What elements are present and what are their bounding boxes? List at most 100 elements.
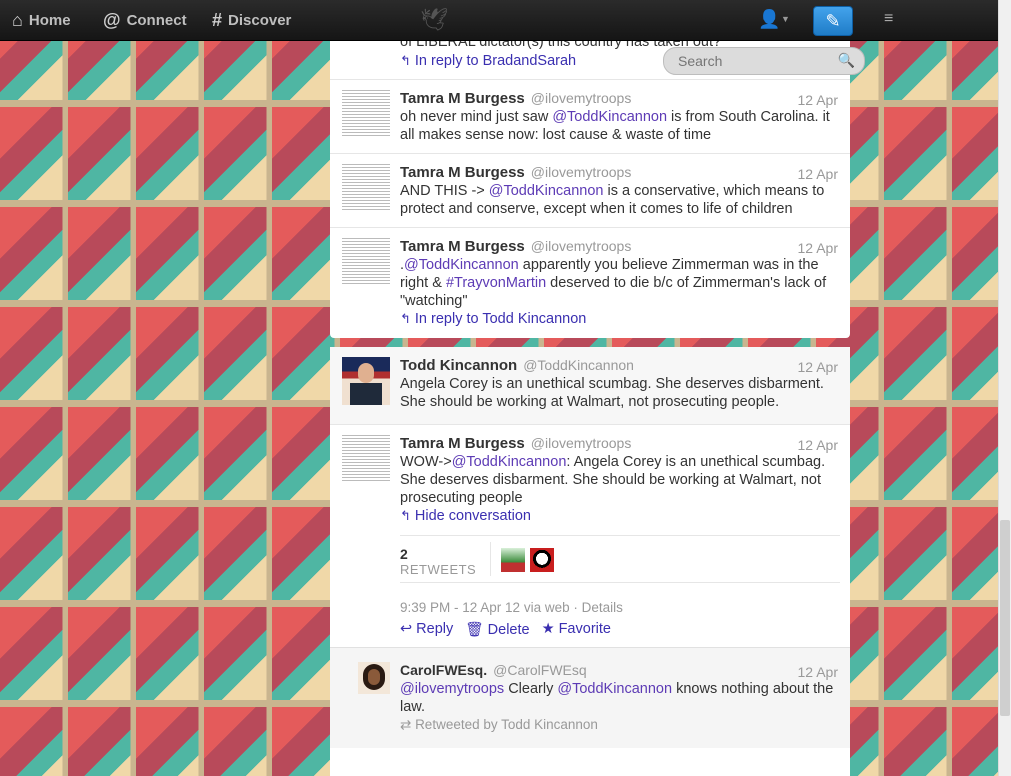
reply-label: Reply <box>416 621 454 637</box>
tweet-time[interactable]: 12 Apr <box>798 166 838 182</box>
in-reply-link[interactable]: ↰ In reply to BradandSarah <box>400 53 576 69</box>
divider <box>490 542 491 576</box>
scrollbar[interactable] <box>998 0 1011 776</box>
search-input[interactable] <box>676 48 840 74</box>
tweet-text-part: AND THIS -> <box>400 183 489 199</box>
search-box: 🔍 <box>663 47 865 75</box>
original-tweet[interactable]: Todd Kincannon @ToddKincannon 12 Apr Ange… <box>330 347 850 425</box>
nav-discover-label: Discover <box>228 12 292 29</box>
retweeter-avatar[interactable] <box>501 548 525 572</box>
tweet-time[interactable]: 12 Apr <box>798 359 838 375</box>
avatar[interactable] <box>342 357 390 405</box>
retweeted-by-label: Retweeted by Todd Kincannon <box>415 717 598 732</box>
compose-tweet-button[interactable]: ✎ <box>813 6 853 36</box>
chevron-down-icon[interactable]: ▼ <box>781 14 790 24</box>
tweet-text: @ilovemytroops Clearly @ToddKincannon kn… <box>400 680 840 716</box>
tweet-time[interactable]: 12 Apr <box>798 240 838 256</box>
tweet-author-name[interactable]: Tamra M Burgess <box>400 90 525 107</box>
trash-icon: 🗑 <box>465 622 484 638</box>
in-reply-link[interactable]: ↰ In reply to Todd Kincannon <box>400 311 586 327</box>
reply-icon: ↩ <box>400 621 413 637</box>
reply-button[interactable]: ↩ Reply <box>400 621 453 638</box>
expanded-tweet-card: Todd Kincannon @ToddKincannon 12 Apr Ange… <box>330 347 850 749</box>
nav-connect[interactable]: @ Connect <box>103 10 187 31</box>
tweet-item[interactable]: Tamra M Burgess @ilovemytroops 12 Apr .@T… <box>330 228 850 338</box>
favorite-button[interactable]: ★ Favorite <box>542 621 611 638</box>
mention-link[interactable]: @ToddKincannon <box>489 183 604 199</box>
avatar[interactable] <box>342 435 390 483</box>
avatar[interactable] <box>342 90 390 138</box>
tweet-time[interactable]: 12 Apr <box>798 437 838 453</box>
search-icon[interactable]: 🔍 <box>838 52 855 69</box>
in-reply-label: In reply to BradandSarah <box>414 53 577 69</box>
nav-discover[interactable]: # Discover <box>212 10 291 31</box>
tweet-text: Angela Corey is an unethical scumbag. Sh… <box>400 376 824 410</box>
hide-conversation-label: Hide conversation <box>414 508 531 524</box>
tweet-author-handle[interactable]: @ilovemytroops <box>531 164 632 180</box>
retweeted-by[interactable]: ⇄ Retweeted by Todd Kincannon <box>400 717 598 733</box>
tweet-text-part: oh never mind just saw <box>400 109 553 125</box>
delete-button[interactable]: 🗑 Delete <box>465 621 529 638</box>
mention-link[interactable]: @ToddKincannon <box>404 257 519 273</box>
reply-arrow-icon: ↰ <box>400 311 411 326</box>
tweet-stream: of LIBERAL dictator(s) this country has … <box>330 0 850 776</box>
retweet-stats: 2 RETWEETS <box>400 535 840 583</box>
nav-home-label: Home <box>28 12 71 29</box>
reply-tweet[interactable]: CarolFWEsq. @CarolFWEsq 12 Apr @ilovemytr… <box>330 647 850 749</box>
tweet-item[interactable]: Tamra M Burgess @ilovemytroops 12 Apr AND… <box>330 154 850 228</box>
retweeter-avatar[interactable] <box>530 548 554 572</box>
tweet-time[interactable]: 12 Apr <box>798 92 838 108</box>
nav-home[interactable]: ⌂ Home <box>12 10 71 31</box>
tweet-item[interactable]: Tamra M Burgess @ilovemytroops 12 Apr oh … <box>330 80 850 154</box>
tweet-author-handle[interactable]: @ToddKincannon <box>523 357 634 373</box>
tweet-author-handle[interactable]: @ilovemytroops <box>531 435 632 451</box>
at-icon: @ <box>103 10 121 30</box>
hide-conversation-link[interactable]: ↰ Hide conversation <box>400 508 531 524</box>
delete-label: Delete <box>487 622 530 638</box>
tweet-time[interactable]: 12 Apr <box>798 664 838 680</box>
tweet-meta[interactable]: 9:39 PM - 12 Apr 12 via web · Details <box>400 600 623 615</box>
hash-icon: # <box>212 10 223 30</box>
compose-icon: ✎ <box>825 10 841 31</box>
avatar[interactable] <box>342 164 390 212</box>
tweet-author-name[interactable]: Tamra M Burgess <box>400 164 525 181</box>
tweet-text-part: Clearly <box>504 681 558 697</box>
in-reply-label: In reply to Todd Kincannon <box>414 311 587 327</box>
tweet-text: .@ToddKincannon apparently you believe Z… <box>400 256 840 310</box>
tweet-author-name[interactable]: Todd Kincannon <box>400 357 517 374</box>
retweet-icon: ⇄ <box>400 717 416 732</box>
retweet-label: RETWEETS <box>400 562 477 577</box>
mention-link[interactable]: @ToddKincannon <box>552 109 667 125</box>
avatar[interactable] <box>342 238 390 286</box>
retweet-detail[interactable]: Tamra M Burgess @ilovemytroops 12 Apr WOW… <box>330 425 850 647</box>
star-icon: ★ <box>541 621 555 637</box>
tweet-author-handle[interactable]: @ilovemytroops <box>531 90 632 106</box>
tweet-actions: ↩ Reply 🗑 Delete ★ Favorite <box>400 621 611 638</box>
mention-link[interactable]: @ToddKincannon <box>452 454 567 470</box>
reply-arrow-icon: ↰ <box>400 508 411 523</box>
tweet-author-name[interactable]: CarolFWEsq. <box>400 662 487 678</box>
tweet-author-handle[interactable]: @CarolFWEsq <box>493 662 587 678</box>
reply-arrow-icon: ↰ <box>400 53 411 68</box>
tweet-text-part: WOW-> <box>400 454 452 470</box>
home-icon: ⌂ <box>12 10 23 30</box>
retweet-count[interactable]: 2 <box>400 546 408 562</box>
avatar[interactable] <box>358 662 390 694</box>
hashtag-link[interactable]: #TrayvonMartin <box>446 275 546 291</box>
tweet-author-name[interactable]: Tamra M Burgess <box>400 435 525 452</box>
mention-link[interactable]: @ilovemytroops <box>400 681 504 697</box>
nav-connect-label: Connect <box>126 12 187 29</box>
tweet-text: WOW->@ToddKincannon: Angela Corey is an … <box>400 453 840 507</box>
tweet-text: oh never mind just saw @ToddKincannon is… <box>400 108 840 144</box>
tweet-author-name[interactable]: Tamra M Burgess <box>400 238 525 255</box>
favorite-label: Favorite <box>558 621 611 637</box>
top-navigation-bar: ⌂ Home @ Connect # Discover 🕊 👤 ▼ ✎ ≡ <box>0 0 998 41</box>
tweet-author-handle[interactable]: @ilovemytroops <box>531 238 632 254</box>
mention-link[interactable]: @ToddKincannon <box>557 681 672 697</box>
twitter-bird-icon: 🕊 <box>420 7 448 32</box>
stream-menu-icon[interactable]: ≡ <box>884 10 893 28</box>
stream-bottom <box>330 748 850 776</box>
scrollbar-thumb[interactable] <box>1000 520 1010 716</box>
user-menu-icon[interactable]: 👤 <box>758 9 780 30</box>
tweet-text: AND THIS -> @ToddKincannon is a conserva… <box>400 182 840 218</box>
